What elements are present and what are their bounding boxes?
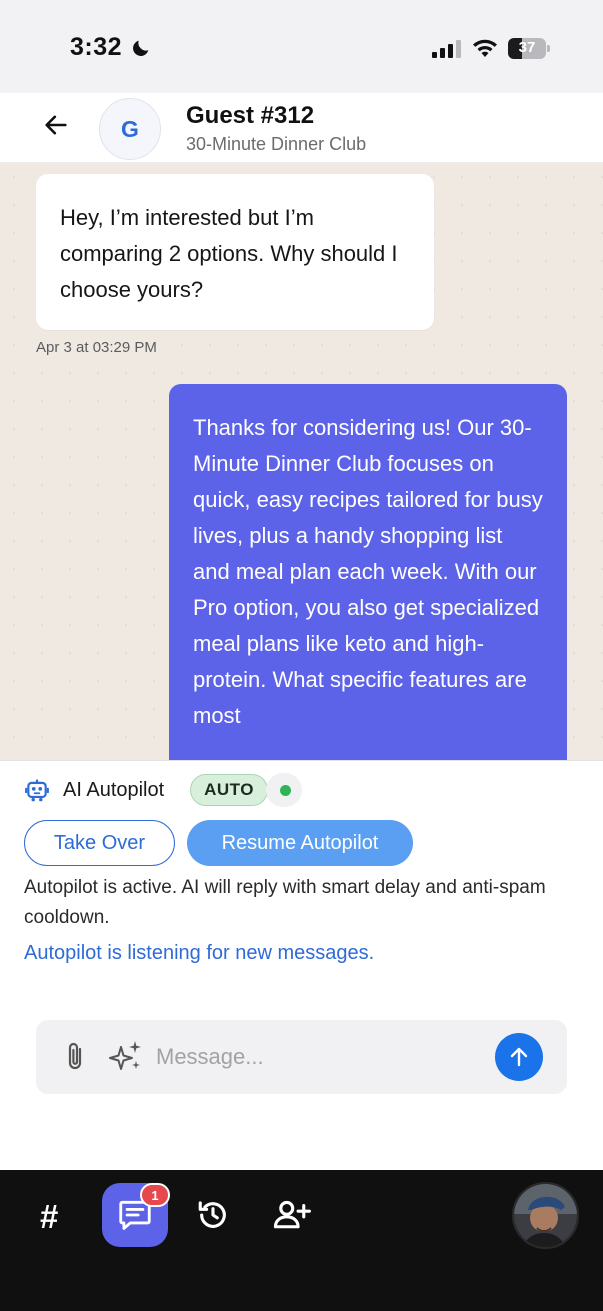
take-over-button[interactable]: Take Over xyxy=(24,820,175,866)
bottom-navigation: # 1 xyxy=(0,1170,603,1311)
arrow-up-icon xyxy=(510,1047,528,1067)
contact-avatar[interactable]: G xyxy=(99,98,161,160)
back-button[interactable] xyxy=(40,109,72,141)
message-timestamp: Apr 3 at 03:29 PM xyxy=(36,339,157,356)
message-input[interactable] xyxy=(156,1037,486,1077)
autopilot-status-indicator xyxy=(266,773,302,807)
moon-icon xyxy=(130,37,152,64)
profile-avatar[interactable] xyxy=(512,1182,579,1249)
battery-percent: 37 xyxy=(518,39,536,56)
outgoing-message: Thanks for considering us! Our 30-Minute… xyxy=(169,384,567,760)
hash-icon[interactable]: # xyxy=(40,1198,58,1236)
unread-badge: 1 xyxy=(140,1183,170,1207)
status-bar: 3:32 37 xyxy=(0,0,603,93)
send-button[interactable] xyxy=(495,1033,543,1081)
auto-status-badge: AUTO xyxy=(190,774,268,806)
attachment-icon[interactable] xyxy=(62,1040,88,1079)
incoming-message: Hey, I’m interested but I’m comparing 2 … xyxy=(36,174,434,330)
autopilot-listening-status: Autopilot is listening for new messages. xyxy=(24,942,375,964)
autopilot-label: AI Autopilot xyxy=(63,779,165,801)
arrow-left-icon xyxy=(45,115,67,135)
wifi-icon xyxy=(472,38,498,63)
contact-name: Guest #312 xyxy=(186,102,315,129)
autopilot-description: Autopilot is active. AI will reply with … xyxy=(24,877,546,928)
chat-header: G Guest #312 30-Minute Dinner Club xyxy=(0,93,603,163)
message-composer xyxy=(36,1020,567,1094)
signal-icon xyxy=(432,40,462,63)
add-user-icon[interactable] xyxy=(271,1197,311,1236)
message-list[interactable]: Hey, I’m interested but I’m comparing 2 … xyxy=(0,163,603,760)
robot-icon xyxy=(24,778,50,809)
ai-sparkle-icon[interactable] xyxy=(108,1039,144,1080)
autopilot-panel: AI Autopilot AUTO Take Over Resume Autop… xyxy=(0,760,603,1010)
contact-subtitle: 30-Minute Dinner Club xyxy=(186,134,367,154)
battery-icon: 37 xyxy=(508,38,550,59)
history-icon[interactable] xyxy=(196,1198,230,1237)
resume-autopilot-button[interactable]: Resume Autopilot xyxy=(187,820,413,866)
status-time: 3:32 xyxy=(70,33,123,61)
status-dot-icon xyxy=(280,785,291,796)
